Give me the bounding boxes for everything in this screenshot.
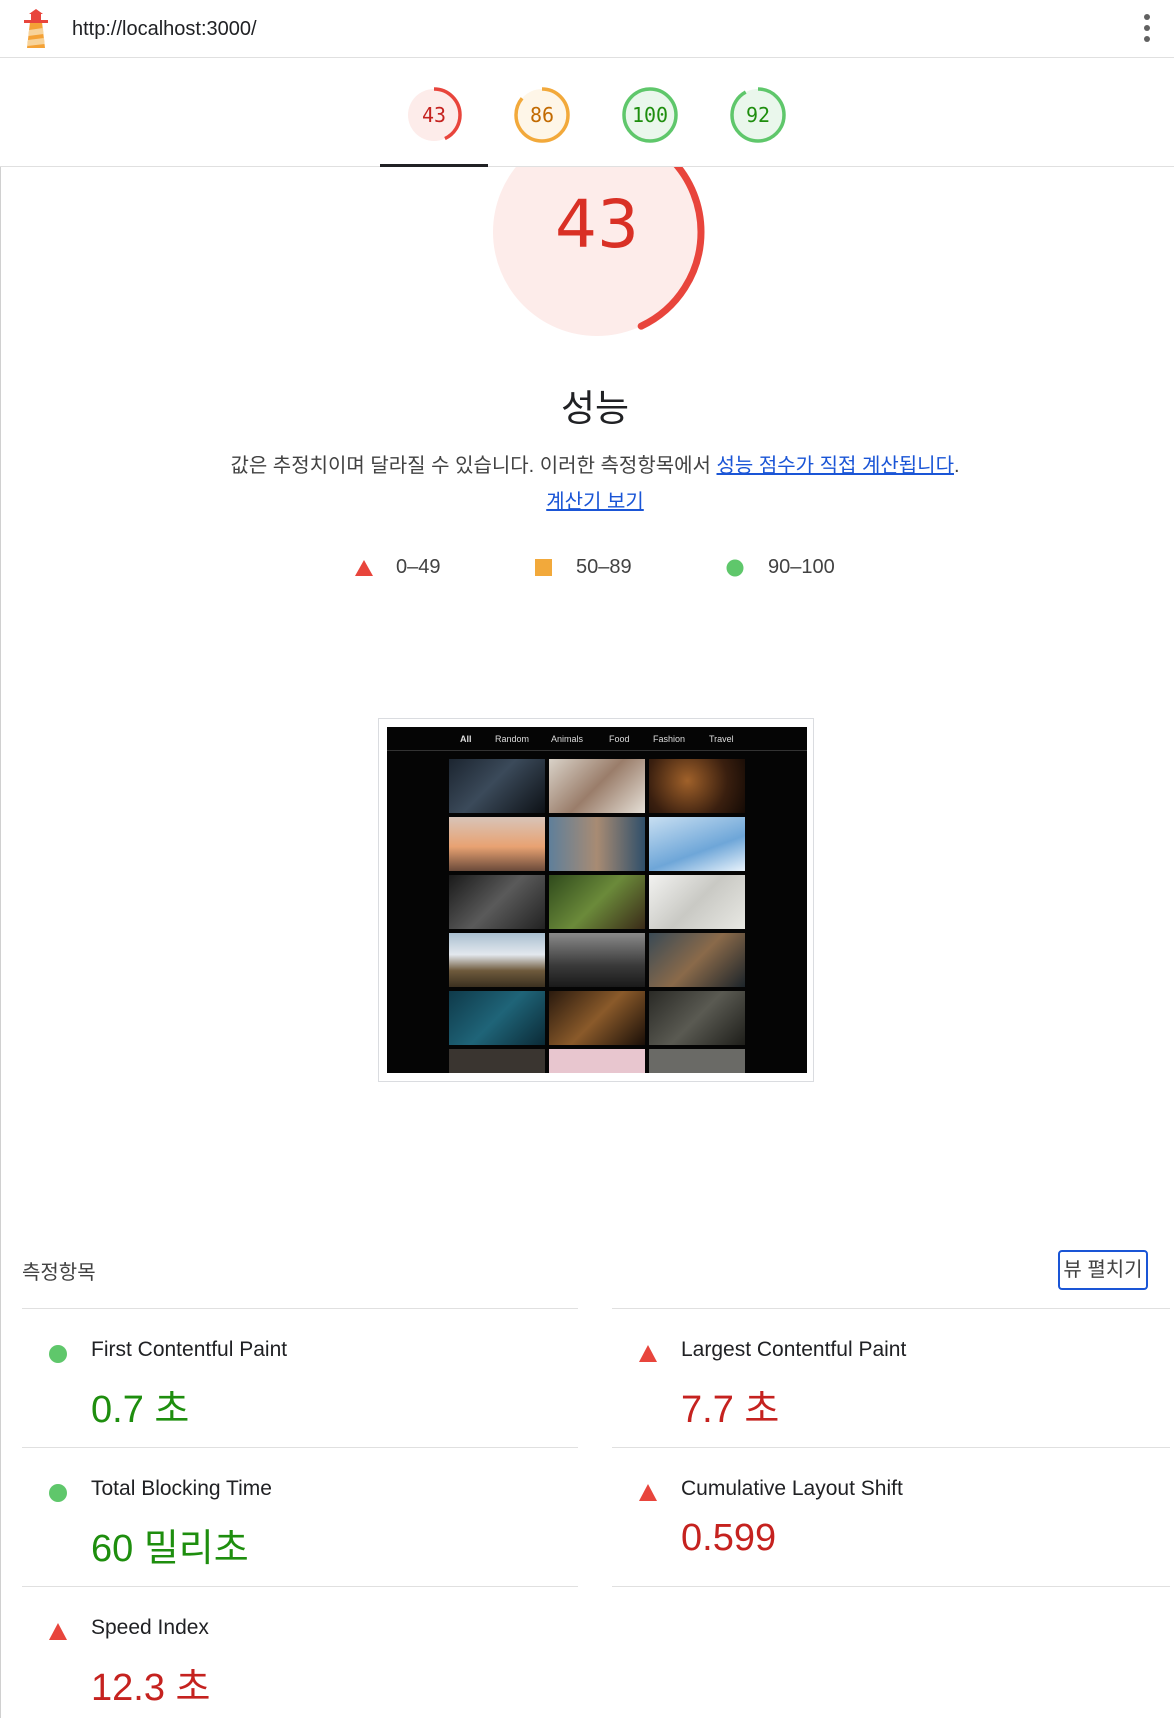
pass-circle-icon — [49, 1484, 67, 1502]
divider — [612, 1447, 1170, 1448]
metric-value: 7.7 초 — [681, 1389, 780, 1431]
photo-tile — [449, 759, 545, 813]
tab-score: 100 — [631, 103, 669, 127]
score-calc-link[interactable]: 성능 점수가 직접 계산됩니다 — [717, 455, 954, 477]
active-tab-indicator — [380, 164, 488, 167]
metric-name: First Contentful Paint — [91, 1338, 288, 1361]
fail-triangle-icon — [639, 1345, 657, 1362]
metric-name: Speed Index — [91, 1616, 209, 1639]
photo-tile — [549, 875, 645, 929]
legend-label: 50–89 — [576, 556, 632, 578]
photo-tile — [549, 933, 645, 987]
tab-best-practices[interactable]: 100 — [621, 86, 679, 144]
photo-tile — [649, 817, 745, 871]
tab-seo[interactable]: 92 — [729, 86, 787, 144]
tab-score: 86 — [529, 103, 555, 127]
photo-tile — [649, 1049, 745, 1073]
photo-tile — [549, 759, 645, 813]
metric-value: 0.599 — [681, 1517, 777, 1559]
photo-tile — [549, 817, 645, 871]
url-text[interactable]: http://localhost:3000/ — [72, 18, 257, 41]
photo-tile — [649, 933, 745, 987]
metric-name: Total Blocking Time — [91, 1477, 272, 1500]
photo-tile — [449, 817, 545, 871]
photo-tile — [449, 933, 545, 987]
screenshot-nav-item: All — [460, 734, 472, 744]
photo-tile — [449, 1049, 545, 1073]
screenshot-nav-item: Random — [495, 734, 530, 744]
metric-value: 12.3 초 — [91, 1667, 211, 1709]
metric-value: 60 밀리초 — [91, 1528, 249, 1570]
metrics-section-title: 측정항목 — [22, 1262, 96, 1284]
tab-score: 92 — [745, 103, 771, 127]
more-vert-icon[interactable] — [1140, 12, 1154, 46]
screenshot-nav-item: Travel — [709, 734, 734, 744]
metric-name: Cumulative Layout Shift — [681, 1477, 903, 1500]
metric-value: 0.7 초 — [91, 1389, 190, 1431]
tab-score: 43 — [421, 103, 447, 127]
photo-tile — [449, 991, 545, 1045]
photo-tile — [449, 875, 545, 929]
divider — [22, 1308, 578, 1309]
divider — [612, 1586, 1170, 1587]
description-text: 값은 추정치이며 달라질 수 있습니다. 이러한 측정항목에서 — [230, 455, 717, 477]
left-border — [0, 58, 1, 1718]
calculator-link[interactable]: 계산기 보기 — [546, 491, 644, 513]
performance-description: 값은 추정치이며 달라질 수 있습니다. 이러한 측정항목에서 성능 점수가 직… — [230, 448, 960, 520]
divider — [22, 1447, 578, 1448]
top-bar: http://localhost:3000/ — [0, 0, 1174, 58]
screenshot-nav-item: Fashion — [653, 734, 686, 744]
category-tabs: 43 86 100 92 — [0, 58, 1174, 167]
screenshot-nav-item: Food — [609, 734, 630, 744]
metric-cls: Cumulative Layout Shift 0.599 — [612, 1449, 1152, 1585]
legend-label: 90–100 — [768, 556, 835, 578]
legend-label: 0–49 — [396, 556, 441, 578]
metric-tbt: Total Blocking Time 60 밀리초 — [22, 1449, 562, 1585]
fail-triangle-icon — [639, 1484, 657, 1501]
final-screenshot[interactable]: All Random Animals Food Fashion Travel — [378, 718, 814, 1082]
lighthouse-icon — [24, 9, 48, 48]
performance-score: 43 — [555, 186, 639, 263]
screenshot-image: All Random Animals Food Fashion Travel — [387, 727, 807, 1073]
description-sep: . — [953, 455, 960, 477]
photo-tile — [649, 875, 745, 929]
tab-accessibility[interactable]: 86 — [513, 86, 571, 144]
photo-tile — [549, 991, 645, 1045]
square-icon — [535, 559, 552, 576]
divider — [22, 1586, 578, 1587]
photo-tile — [649, 991, 745, 1045]
fail-triangle-icon — [49, 1623, 67, 1640]
expand-view-button[interactable]: 뷰 펼치기 — [1058, 1250, 1148, 1290]
divider — [612, 1308, 1170, 1309]
triangle-icon — [355, 560, 373, 576]
screenshot-nav-item: Animals — [551, 734, 584, 744]
metric-speed-index: Speed Index 12.3 초 — [22, 1588, 562, 1718]
photo-tile — [549, 1049, 645, 1073]
pass-circle-icon — [49, 1345, 67, 1363]
metric-name: Largest Contentful Paint — [681, 1338, 907, 1361]
tab-performance[interactable]: 43 — [405, 86, 463, 144]
metric-lcp: Largest Contentful Paint 7.7 초 — [612, 1310, 1152, 1446]
photo-tile — [649, 759, 745, 813]
category-title: 성능 — [560, 388, 630, 429]
metric-fcp: First Contentful Paint 0.7 초 — [22, 1310, 562, 1446]
screenshot-nav: All Random Animals Food Fashion Travel — [387, 727, 807, 751]
circle-icon — [726, 559, 744, 577]
